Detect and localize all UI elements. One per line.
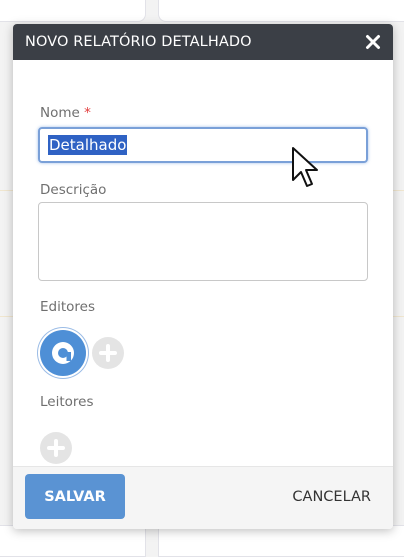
name-label-text: Nome — [40, 105, 80, 121]
dialog-header: NOVO RELATÓRIO DETALHADO — [13, 24, 393, 60]
dialog-footer: SALVAR CANCELAR — [13, 466, 393, 529]
editor-avatar[interactable] — [40, 330, 86, 376]
background-divider — [0, 316, 13, 317]
dialog-body: Nome * Detalhado Descrição Editores Leit… — [13, 60, 393, 467]
dialog-title: NOVO RELATÓRIO DETALHADO — [25, 34, 252, 50]
plus-icon — [99, 344, 117, 362]
background-panel — [158, 525, 404, 557]
description-textarea[interactable] — [38, 202, 368, 281]
plus-icon — [47, 439, 65, 457]
background-panel — [158, 0, 404, 22]
close-icon[interactable] — [363, 32, 383, 52]
background-panel — [0, 525, 146, 557]
editors-label: Editores — [40, 299, 95, 315]
user-avatar-icon — [52, 342, 74, 364]
add-editor-button[interactable] — [92, 337, 124, 369]
mouse-pointer-icon — [292, 147, 318, 187]
background-divider — [392, 190, 404, 191]
name-input-value: Detalhado — [48, 135, 128, 155]
readers-label: Leitores — [40, 394, 94, 410]
save-button[interactable]: SALVAR — [25, 474, 125, 519]
add-reader-button[interactable] — [40, 432, 72, 464]
new-report-dialog: NOVO RELATÓRIO DETALHADO Nome * Detalhad… — [13, 24, 393, 529]
background-divider — [0, 190, 13, 191]
description-label: Descrição — [40, 182, 107, 198]
background-panel — [0, 0, 146, 22]
background-divider — [392, 316, 404, 317]
required-mark: * — [84, 105, 91, 121]
cancel-button[interactable]: CANCELAR — [292, 474, 371, 519]
name-label: Nome * — [40, 105, 91, 121]
